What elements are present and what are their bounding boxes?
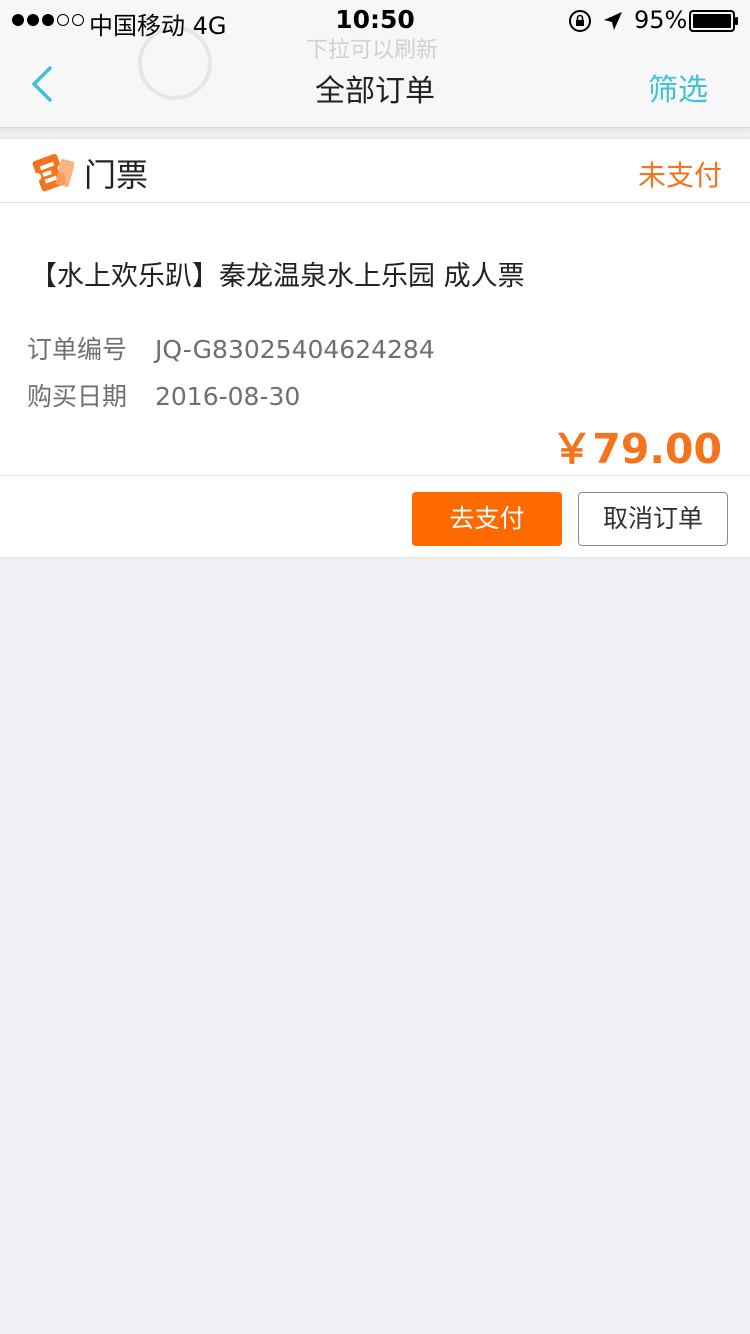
order-card-header: 门票 未支付 — [0, 139, 750, 203]
order-actions: 去支付 取消订单 — [0, 475, 750, 559]
order-price: ￥79.00 — [551, 425, 722, 473]
navigation-bar: 全部订单 筛选 — [0, 40, 750, 127]
purchase-date-label: 购买日期 — [27, 382, 128, 411]
ticket-icon — [32, 153, 74, 192]
order-number-label: 订单编号 — [27, 335, 128, 364]
rotation-lock-icon — [569, 10, 591, 32]
page-title: 全部订单 — [315, 74, 435, 109]
battery-percentage: 95% — [634, 6, 688, 34]
order-card[interactable]: 门票 未支付 【水上欢乐趴】秦龙温泉水上乐园 成人票 订单编号 JQ-G83025… — [0, 138, 750, 558]
battery-icon — [689, 10, 738, 32]
location-arrow-icon — [604, 12, 622, 30]
purchase-date-value: 2016-08-30 — [155, 382, 301, 411]
order-list-page: 下拉可以刷新 中国移动 4G 10:50 95% 全部订单 筛选 门票 未支付 … — [0, 0, 750, 1334]
top-bar: 下拉可以刷新 中国移动 4G 10:50 95% 全部订单 筛选 — [0, 0, 750, 128]
order-number-value: JQ-G83025404624284 — [155, 335, 435, 364]
product-title: 【水上欢乐趴】秦龙温泉水上乐园 成人票 — [30, 261, 525, 292]
cancel-order-button[interactable]: 取消订单 — [578, 492, 728, 546]
filter-button[interactable]: 筛选 — [648, 65, 708, 109]
order-type-label: 门票 — [84, 156, 149, 194]
order-status-badge: 未支付 — [637, 159, 722, 192]
order-number-row: 订单编号 JQ-G83025404624284 — [27, 330, 435, 366]
purchase-date-row: 购买日期 2016-08-30 — [27, 377, 300, 413]
pay-button[interactable]: 去支付 — [412, 492, 562, 546]
status-bar: 中国移动 4G 10:50 95% — [0, 0, 750, 40]
